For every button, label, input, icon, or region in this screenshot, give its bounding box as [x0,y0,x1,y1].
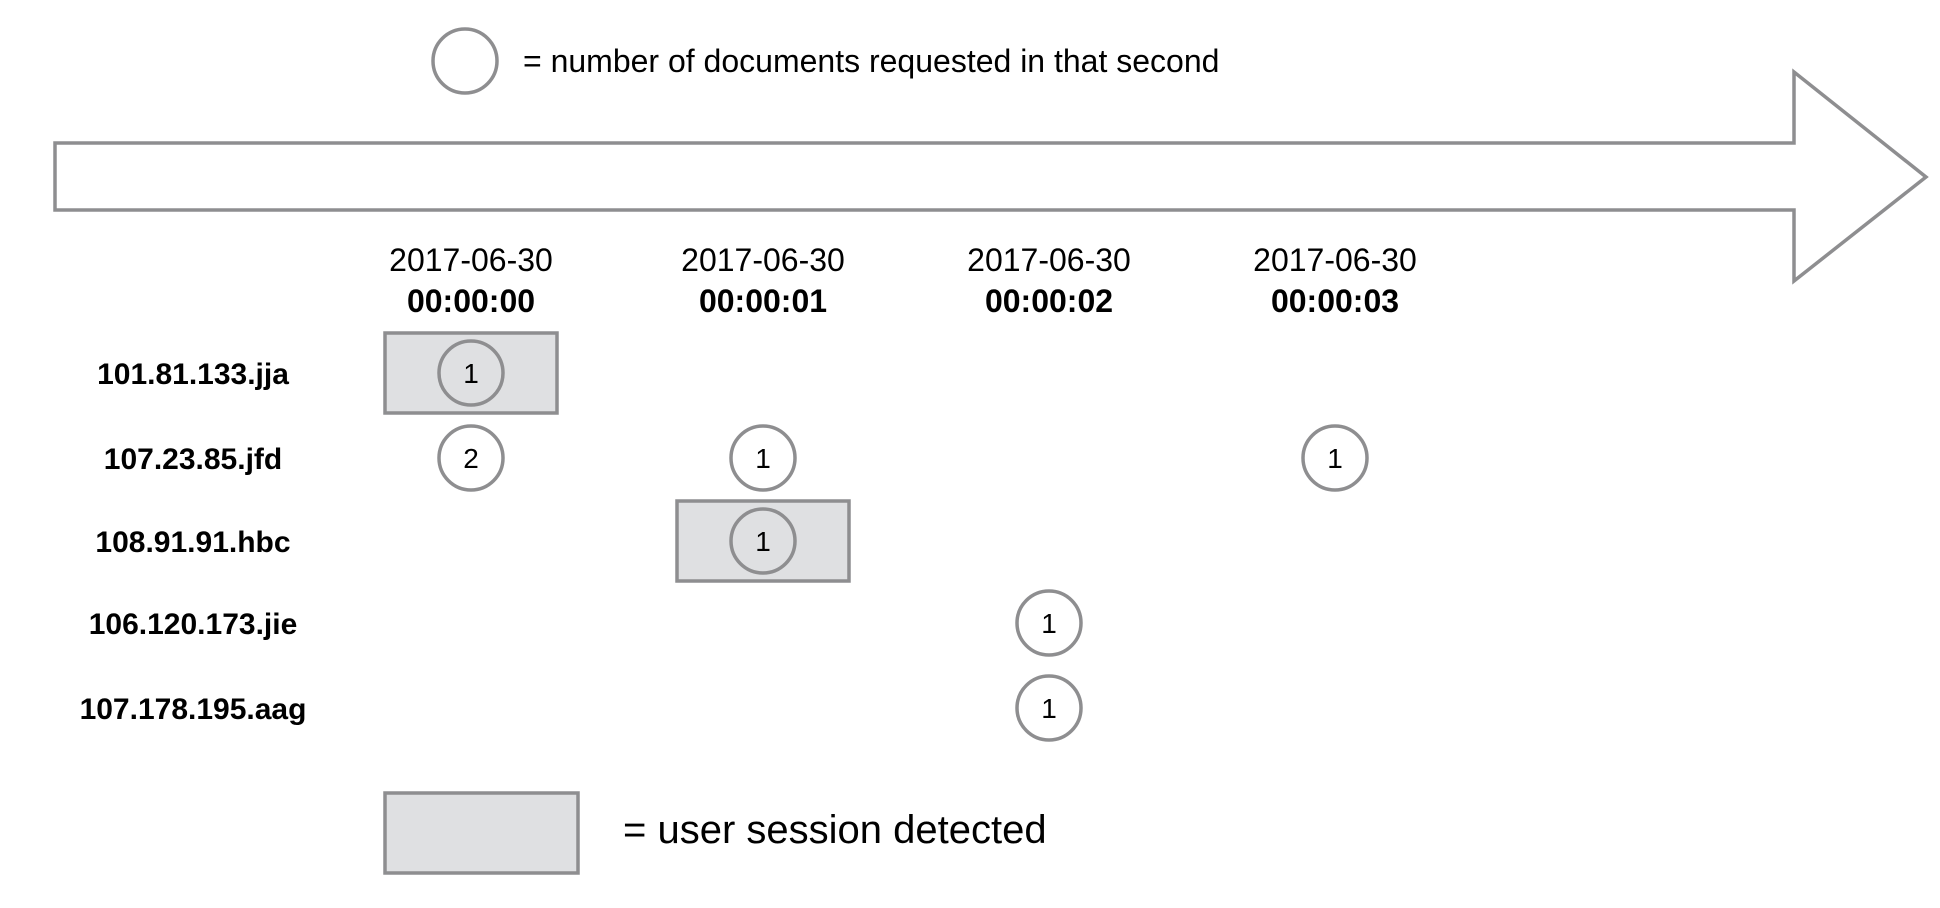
request-count-value: 1 [1041,608,1057,639]
legend-session: = user session detected [383,791,1047,875]
session-timeline-diagram: = number of documents requested in that … [53,27,1929,875]
request-marker: 2 [437,424,505,492]
request-marker: 1 [1015,589,1083,657]
legend-session-box [383,791,580,875]
row-label-ip: 101.81.133.jja [97,358,289,391]
request-marker: 1 [1015,674,1083,742]
legend-circle-icon [431,27,499,95]
request-count-value: 1 [463,358,479,389]
timestamp-time: 00:00:03 [1271,283,1399,319]
row-label-ip: 107.178.195.aag [80,693,307,726]
timestamp-time: 00:00:02 [985,283,1113,319]
timestamp-date: 2017-06-30 [1253,242,1417,278]
session-request-marker: 1 [675,499,851,583]
request-count-value: 2 [463,443,479,474]
legend-session-text: = user session detected [623,808,1047,852]
timestamp-header: 2017-06-30 00:00:00 [389,242,553,319]
session-request-marker: 1 [383,331,559,415]
row-label-ip: 107.23.85.jfd [104,443,282,476]
timestamp-headers: 2017-06-3000:00:002017-06-3000:00:012017… [389,242,1417,319]
request-marker: 1 [729,424,797,492]
timestamp-time: 00:00:01 [699,283,827,319]
timestamp-header: 2017-06-30 00:00:02 [967,242,1131,319]
request-count-value: 1 [755,443,771,474]
timestamp-date: 2017-06-30 [389,242,553,278]
timestamp-date: 2017-06-30 [681,242,845,278]
row-label-ip: 106.120.173.jie [89,608,298,641]
legend-circle-text: = number of documents requested in that … [523,43,1219,79]
request-count-value: 1 [1041,693,1057,724]
timestamp-header: 2017-06-30 00:00:01 [681,242,845,319]
timestamp-date: 2017-06-30 [967,242,1131,278]
request-marker: 1 [1301,424,1369,492]
row-label-ip: 108.91.91.hbc [95,526,290,559]
legend-circle: = number of documents requested in that … [431,27,1219,95]
row-labels: 101.81.133.jja 107.23.85.jfd 108.91.91.hbc… [80,358,307,726]
request-count-value: 1 [1327,443,1343,474]
request-count-value: 1 [755,526,771,557]
timestamp-header: 2017-06-30 00:00:03 [1253,242,1417,319]
timestamp-time: 00:00:00 [407,283,535,319]
request-markers: 1 2 1 1 1 1 1 [383,331,1369,742]
